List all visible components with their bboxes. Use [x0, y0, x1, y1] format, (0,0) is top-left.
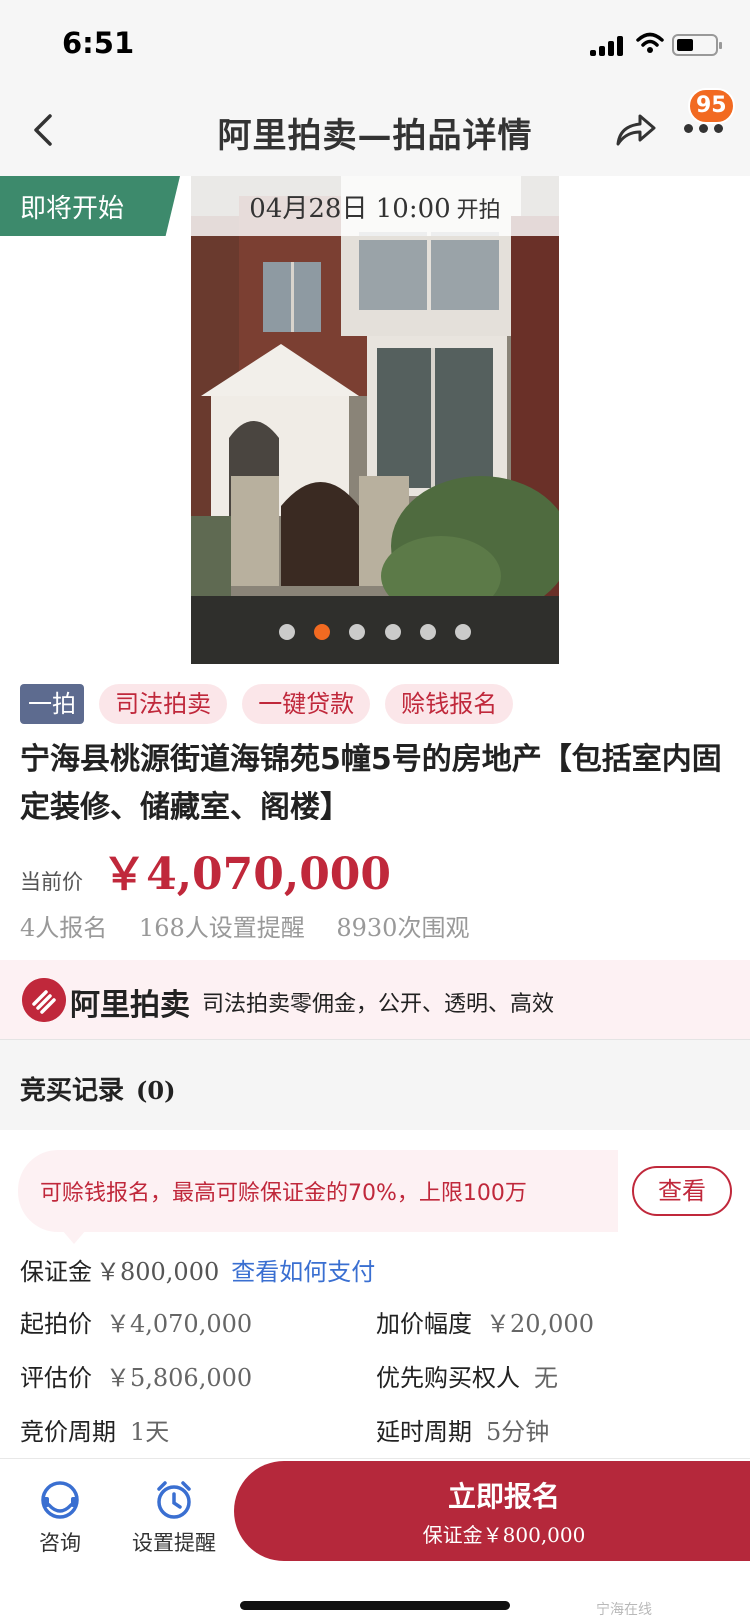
watermark: 宁海在线 — [596, 1602, 652, 1618]
signup-button[interactable]: 立即报名 保证金￥800,000 — [234, 1461, 750, 1561]
tag-credit-signup[interactable]: 赊钱报名 — [385, 684, 514, 724]
start-time-suffix: 开拍 — [456, 198, 501, 223]
reminder-count: 168人设置提醒 — [138, 914, 305, 942]
carousel-dot[interactable] — [454, 624, 471, 640]
start-time-value: 04月28日 10:00 — [249, 194, 451, 224]
start-time: 04月28日 10:00 开拍 — [0, 188, 750, 225]
bubble-tail — [62, 1230, 86, 1244]
property-photo[interactable] — [191, 176, 559, 664]
hero-carousel[interactable]: 即将开始 04月28日 10:00 开拍 — [0, 176, 750, 664]
deposit-row: 保证金 ￥800,000 查看如何支付 — [20, 1252, 375, 1287]
cycle-value: 1天 — [130, 1418, 170, 1446]
headset-icon — [41, 1481, 79, 1519]
share-icon[interactable] — [612, 106, 660, 154]
start-price-row: 起拍价 ￥4,070,000 — [20, 1304, 252, 1339]
bid-record-count: (0) — [136, 1076, 176, 1105]
appraisal-row: 评估价 ￥5,806,000 — [20, 1358, 252, 1393]
delay-value: 5分钟 — [486, 1418, 550, 1446]
reminder-label: 设置提醒 — [132, 1531, 216, 1555]
current-price: ￥4,070,000 — [102, 849, 392, 900]
increment-row: 加价幅度 ￥20,000 — [376, 1304, 594, 1339]
carousel-dots — [0, 624, 750, 644]
price-row: 当前价 ￥4,070,000 — [20, 838, 391, 900]
cycle-row: 竞价周期 1天 — [20, 1412, 169, 1447]
bid-record-section[interactable]: 竞买记录 (0) — [0, 1040, 750, 1130]
priority-label: 优先购买权人 — [376, 1364, 520, 1392]
view-credit-button[interactable]: 查看 — [632, 1166, 732, 1216]
set-reminder-button[interactable]: 设置提醒 — [128, 1479, 220, 1557]
consult-button[interactable]: 咨询 — [30, 1479, 90, 1557]
tag-loan[interactable]: 一键贷款 — [242, 684, 371, 724]
priority-row: 优先购买权人无 — [376, 1358, 558, 1393]
view-count: 8930次围观 — [336, 914, 470, 942]
priority-value: 无 — [534, 1364, 558, 1392]
home-indicator — [240, 1601, 510, 1610]
start-price-label: 起拍价 — [20, 1310, 92, 1338]
delay-row: 延时周期 5分钟 — [376, 1412, 549, 1447]
more-icon[interactable] — [684, 124, 724, 138]
bottom-action-bar: 咨询 设置提醒 立即报名 保证金￥800,000 宁海在线 — [0, 1458, 750, 1624]
villa-illustration — [191, 176, 559, 664]
carousel-dot-active[interactable] — [314, 624, 331, 640]
stats-row: 4人报名 168人设置提醒 8930次围观 — [20, 908, 489, 943]
wifi-icon — [636, 32, 664, 53]
status-bar: 6:51 — [0, 0, 750, 88]
alarm-clock-icon — [157, 1481, 191, 1519]
ali-auction-logo-text: 阿里拍卖 — [70, 988, 190, 1023]
cycle-label: 竞价周期 — [20, 1418, 116, 1446]
carousel-dot[interactable] — [279, 624, 296, 640]
notification-badge: 95 — [688, 88, 735, 124]
ali-slogan: 司法拍卖零佣金，公开、透明、高效 — [202, 992, 555, 1017]
deposit-label: 保证金 — [20, 1258, 92, 1286]
bid-record-title: 竞买记录 (0) — [20, 1070, 175, 1107]
carousel-dot[interactable] — [349, 624, 366, 640]
appraisal-label: 评估价 — [20, 1364, 92, 1392]
increment-label: 加价幅度 — [376, 1310, 472, 1338]
delay-label: 延时周期 — [376, 1418, 472, 1446]
nav-bar: 阿里拍卖—拍品详情 95 — [0, 88, 750, 176]
tag-list: 一拍 司法拍卖 一键贷款 赊钱报名 — [20, 684, 523, 724]
tag-judicial: 司法拍卖 — [99, 684, 228, 724]
credit-info-bubble: 可赊钱报名，最高可赊保证金的70%，上限100万 — [18, 1150, 618, 1232]
ali-auction-logo-icon — [22, 978, 66, 1022]
signal-icon — [590, 36, 626, 56]
status-time: 6:51 — [62, 26, 135, 60]
start-time-banner: 即将开始 04月28日 10:00 开拍 — [0, 176, 750, 236]
consult-label: 咨询 — [39, 1531, 81, 1555]
battery-icon — [672, 34, 722, 56]
ali-auction-banner[interactable]: 阿里拍卖 司法拍卖零佣金，公开、透明、高效 — [0, 960, 750, 1040]
signup-label: 立即报名 — [447, 1480, 560, 1513]
carousel-dot[interactable] — [419, 624, 436, 640]
increment-value: ￥20,000 — [486, 1310, 594, 1338]
signup-deposit: 保证金￥800,000 — [422, 1523, 586, 1547]
tag-auction-round: 一拍 — [20, 684, 84, 724]
deposit-value: ￥800,000 — [96, 1258, 220, 1286]
signup-count: 4人报名 — [20, 914, 108, 942]
carousel-dot[interactable] — [384, 624, 401, 640]
lot-title: 宁海县桃源街道海锦苑5幢5号的房地产【包括室内固定装修、储藏室、阁楼】 — [20, 742, 722, 825]
bid-record-label: 竞买记录 — [20, 1076, 125, 1106]
credit-info-text: 可赊钱报名，最高可赊保证金的70%，上限100万 — [40, 1181, 527, 1206]
price-label: 当前价 — [20, 870, 83, 894]
appraisal-value: ￥5,806,000 — [106, 1364, 253, 1392]
how-to-pay-link[interactable]: 查看如何支付 — [231, 1258, 375, 1286]
start-price-value: ￥4,070,000 — [106, 1310, 253, 1338]
